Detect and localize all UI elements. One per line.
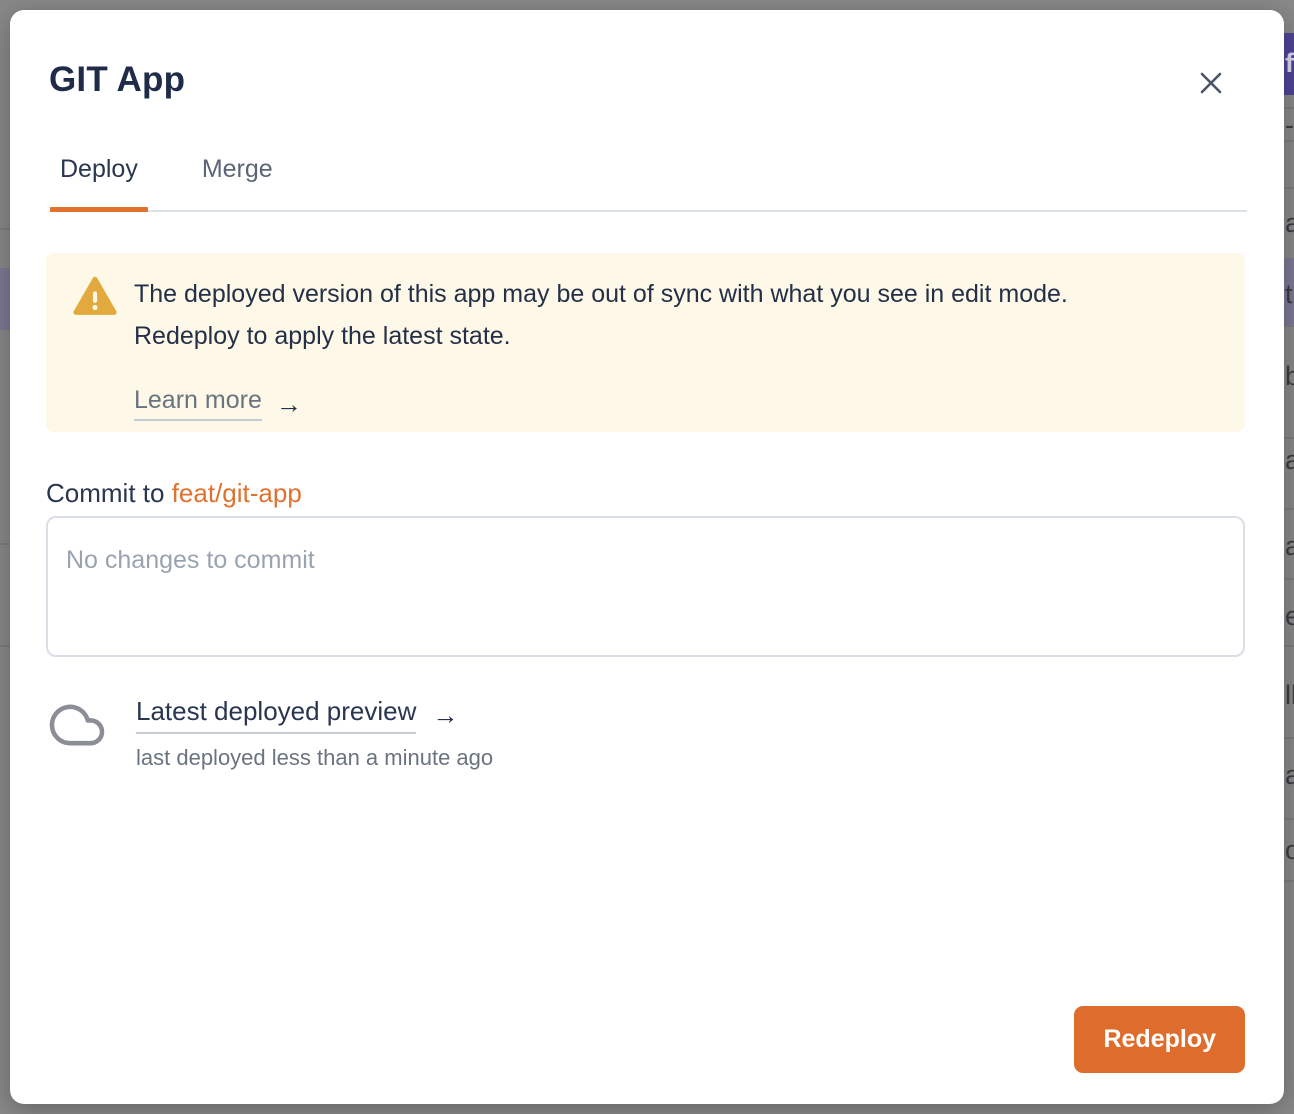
background-row-divider (1284, 508, 1294, 510)
cloud-icon (48, 700, 106, 771)
learn-more-link[interactable]: Learn more (134, 386, 262, 421)
background-row-divider (1284, 818, 1294, 820)
commit-message-input[interactable] (46, 516, 1245, 657)
warning-triangle-icon (72, 275, 118, 317)
background-row-divider (0, 543, 10, 545)
background-row-divider (1284, 645, 1294, 647)
background-row-divider (1284, 325, 1294, 327)
background-selected-row (0, 268, 10, 330)
background-row-divider (1284, 437, 1294, 439)
tab-bar: Deploy Merge (50, 149, 1247, 212)
close-icon (1197, 69, 1225, 97)
out-of-sync-warning-banner: The deployed version of this app may be … (46, 253, 1245, 432)
background-row-divider (1284, 880, 1294, 882)
tab-merge-label: Merge (202, 155, 273, 184)
deployed-preview-texts: Latest deployed preview → last deployed … (136, 696, 493, 771)
tab-merge[interactable]: Merge (192, 149, 283, 210)
background-text-fragment: a (1285, 210, 1294, 237)
warning-message: The deployed version of this app may be … (134, 273, 1215, 421)
background-row-divider (1284, 187, 1294, 189)
commit-to-label: Commit to feat/git-app (46, 478, 302, 509)
background-text-fragment: o (1285, 837, 1294, 864)
commit-to-prefix: Commit to (46, 478, 164, 508)
modal-title: GIT App (49, 60, 185, 100)
warning-message-line2: Redeploy to apply the latest state. (134, 315, 1215, 357)
background-text-fragment: ai (1285, 762, 1294, 789)
arrow-right-icon: → (432, 702, 458, 728)
background-purple-button: f (1284, 33, 1294, 95)
close-button[interactable] (1196, 68, 1226, 98)
background-text-fragment: b (1285, 363, 1294, 390)
background-text-fragment: aa (1285, 447, 1294, 474)
background-row-divider (1284, 140, 1294, 142)
background-text-fragment: ll (1285, 682, 1294, 709)
deployed-preview-section: Latest deployed preview → last deployed … (48, 696, 493, 771)
arrow-right-icon: → (276, 391, 302, 417)
tab-deploy-label: Deploy (60, 155, 138, 184)
background-text-fragment: f (1285, 50, 1294, 77)
background-row-divider (1284, 107, 1294, 109)
redeploy-button[interactable]: Redeploy (1074, 1006, 1245, 1073)
background-text-fragment: - (1285, 112, 1294, 139)
background-page-right-edge: f - a t b aa a e ll ai o (1284, 0, 1294, 1114)
branch-name: feat/git-app (172, 478, 302, 508)
tab-deploy[interactable]: Deploy (50, 149, 148, 210)
background-row-divider (0, 228, 10, 230)
background-row-divider (1284, 737, 1294, 739)
background-text-fragment: e (1285, 603, 1294, 630)
background-text-fragment: t (1285, 281, 1293, 308)
latest-deployed-preview-link[interactable]: Latest deployed preview (136, 696, 416, 734)
last-deployed-status: last deployed less than a minute ago (136, 745, 493, 771)
background-row-divider (1284, 578, 1294, 580)
git-app-modal: GIT App Deploy Merge The deployed versio… (10, 10, 1284, 1104)
background-row-divider (0, 645, 10, 647)
background-text-fragment: a (1285, 533, 1294, 560)
warning-message-line1: The deployed version of this app may be … (134, 273, 1215, 315)
background-page-left-edge (0, 0, 10, 1114)
